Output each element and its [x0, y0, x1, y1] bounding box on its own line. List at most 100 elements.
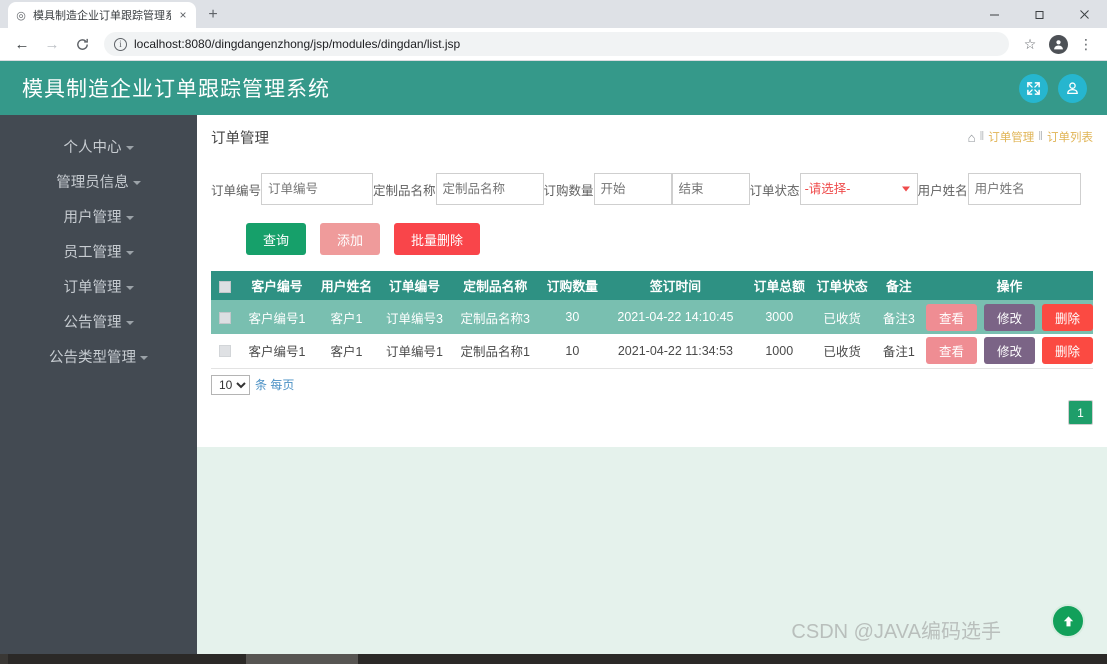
- browser-toolbar: ← → i localhost:8080/dingdangenzhong/jsp…: [0, 28, 1107, 61]
- sidebar-item-user-management[interactable]: 用户管理: [0, 199, 197, 234]
- forward-icon[interactable]: →: [38, 30, 66, 58]
- select-all-checkbox[interactable]: [219, 280, 232, 293]
- user-name-label: 用户姓名: [917, 183, 968, 198]
- page-title: 订单管理: [211, 130, 269, 147]
- sidebar-item-personal-center[interactable]: 个人中心: [0, 129, 197, 164]
- sidebar-item-label: 用户管理: [63, 210, 122, 226]
- view-button[interactable]: 查看: [925, 337, 977, 365]
- page-size-bar: 10 条 每页: [211, 369, 1093, 395]
- cell-sign-time: 2021-04-22 11:34:53: [604, 334, 746, 369]
- column-sign-time: 签订时间: [604, 271, 746, 300]
- quantity-end-input[interactable]: [671, 173, 750, 205]
- quantity-label: 订购数量: [543, 183, 594, 198]
- watermark: CSDN @JAVA编码选手: [791, 621, 1001, 643]
- sidebar-item-label: 订单管理: [63, 280, 122, 296]
- chevron-down-icon: [125, 146, 134, 150]
- home-icon[interactable]: ⌂: [968, 131, 976, 144]
- new-tab-button[interactable]: +: [202, 4, 224, 26]
- tab-close-icon[interactable]: ×: [176, 9, 190, 21]
- sidebar-item-label: 个人中心: [63, 140, 122, 156]
- pagination: 1: [1068, 400, 1093, 425]
- sidebar: 个人中心 管理员信息 用户管理 员工管理 订单管理 公告管理 公告类型管理: [0, 115, 197, 654]
- sidebar-item-admin-info[interactable]: 管理员信息: [0, 164, 197, 199]
- cell-operations: 查看 修改 删除: [925, 300, 1093, 334]
- sidebar-item-notice-management[interactable]: 公告管理: [0, 304, 197, 339]
- table-body: 客户编号1 客户1 订单编号3 定制品名称3 30 2021-04-22 14:…: [211, 300, 1093, 369]
- delete-button[interactable]: 删除: [1041, 337, 1093, 365]
- cell-order-no: 订单编号3: [378, 300, 451, 334]
- edit-button[interactable]: 修改: [983, 337, 1035, 365]
- taskbar-segment: [246, 654, 358, 664]
- address-bar[interactable]: i localhost:8080/dingdangenzhong/jsp/mod…: [104, 32, 1009, 56]
- table-header: 客户编号 用户姓名 订单编号 定制品名称 订购数量 签订时间 订单总额 订单状态…: [211, 271, 1093, 300]
- window-controls: [972, 0, 1107, 28]
- table-row[interactable]: 客户编号1 客户1 订单编号1 定制品名称1 10 2021-04-22 11:…: [211, 334, 1093, 369]
- chevron-down-icon: [125, 251, 134, 255]
- scroll-to-top-button[interactable]: [1051, 604, 1085, 638]
- cell-product-name: 定制品名称3: [450, 300, 540, 334]
- cell-remark: 备注1: [871, 334, 926, 369]
- table-row[interactable]: 客户编号1 客户1 订单编号3 定制品名称3 30 2021-04-22 14:…: [211, 300, 1093, 334]
- status-select[interactable]: -请选择-: [799, 173, 918, 205]
- sidebar-item-employee-management[interactable]: 员工管理: [0, 234, 197, 269]
- page-size-select[interactable]: 10: [211, 374, 250, 395]
- user-name-input[interactable]: [967, 173, 1081, 205]
- delete-button[interactable]: 删除: [1041, 303, 1093, 331]
- user-button[interactable]: [1058, 73, 1087, 103]
- edit-button[interactable]: 修改: [983, 303, 1035, 331]
- profile-avatar[interactable]: [1045, 31, 1071, 57]
- taskbar-segment: [8, 654, 246, 664]
- cell-status: 已收货: [812, 300, 872, 334]
- app-title: 模具制造企业订单跟踪管理系统: [22, 78, 330, 101]
- sidebar-item-label: 公告类型管理: [49, 350, 136, 366]
- header-actions: [1019, 73, 1087, 103]
- taskbar-segment: [0, 654, 8, 664]
- window-close-button[interactable]: [1062, 0, 1107, 28]
- bookmark-star-icon[interactable]: ☆: [1017, 31, 1043, 57]
- sidebar-item-order-management[interactable]: 订单管理: [0, 269, 197, 304]
- browser-titlebar: ◎ 模具制造企业订单跟踪管理系统 × +: [0, 0, 1107, 28]
- row-checkbox[interactable]: [219, 311, 232, 324]
- page-button-1[interactable]: 1: [1068, 400, 1093, 425]
- window-maximize-button[interactable]: [1017, 0, 1062, 28]
- table-header-row: 客户编号 用户姓名 订单编号 定制品名称 订购数量 签订时间 订单总额 订单状态…: [211, 271, 1093, 300]
- select-all-header: [211, 271, 240, 300]
- column-customer-no: 客户编号: [239, 271, 315, 300]
- back-icon[interactable]: ←: [8, 30, 36, 58]
- sidebar-item-label: 管理员信息: [56, 175, 129, 191]
- cell-user-name: 客户1: [314, 300, 379, 334]
- product-name-input[interactable]: [435, 173, 544, 205]
- fullscreen-button[interactable]: [1019, 73, 1048, 103]
- breadcrumb-current: 订单列表: [1047, 132, 1093, 144]
- action-buttons: 查询 添加 批量删除: [211, 205, 1093, 255]
- address-bar-url: localhost:8080/dingdangenzhong/jsp/modul…: [134, 37, 461, 51]
- order-no-input[interactable]: [261, 173, 374, 205]
- chevron-down-icon: [125, 321, 134, 325]
- sidebar-item-notice-type-management[interactable]: 公告类型管理: [0, 339, 197, 374]
- tab-title: 模具制造企业订单跟踪管理系统: [33, 10, 171, 22]
- content-area: 订单管理 ⌂ ‖ 订单管理 ‖ 订单列表 订单编号 定制品名称 订购数量: [197, 115, 1107, 654]
- cell-quantity: 10: [539, 334, 605, 369]
- cell-total: 1000: [746, 334, 813, 369]
- breadcrumb-parent[interactable]: 订单管理: [988, 129, 1034, 145]
- row-checkbox[interactable]: [219, 345, 232, 358]
- cell-status: 已收货: [812, 334, 872, 369]
- status-select-wrapper: -请选择-: [799, 173, 918, 205]
- breadcrumb-separator: ‖: [979, 131, 985, 143]
- column-quantity: 订购数量: [539, 271, 605, 300]
- browser-menu-icon[interactable]: ⋮: [1073, 31, 1099, 57]
- taskbar-segment: [358, 654, 1107, 664]
- os-taskbar: [0, 654, 1107, 664]
- query-button[interactable]: 查询: [246, 223, 307, 255]
- chevron-down-icon: [125, 286, 134, 290]
- row-action-group: 查看 修改 删除: [925, 303, 1093, 331]
- window-minimize-button[interactable]: [972, 0, 1017, 28]
- browser-tab[interactable]: ◎ 模具制造企业订单跟踪管理系统 ×: [8, 2, 196, 28]
- quantity-start-input[interactable]: [593, 173, 672, 205]
- app-body: 个人中心 管理员信息 用户管理 员工管理 订单管理 公告管理 公告类型管理 订单…: [0, 115, 1107, 654]
- reload-icon[interactable]: [68, 30, 96, 58]
- view-button[interactable]: 查看: [925, 303, 977, 331]
- batch-delete-button[interactable]: 批量删除: [394, 223, 481, 255]
- site-info-icon[interactable]: i: [114, 37, 127, 51]
- add-button[interactable]: 添加: [320, 223, 381, 255]
